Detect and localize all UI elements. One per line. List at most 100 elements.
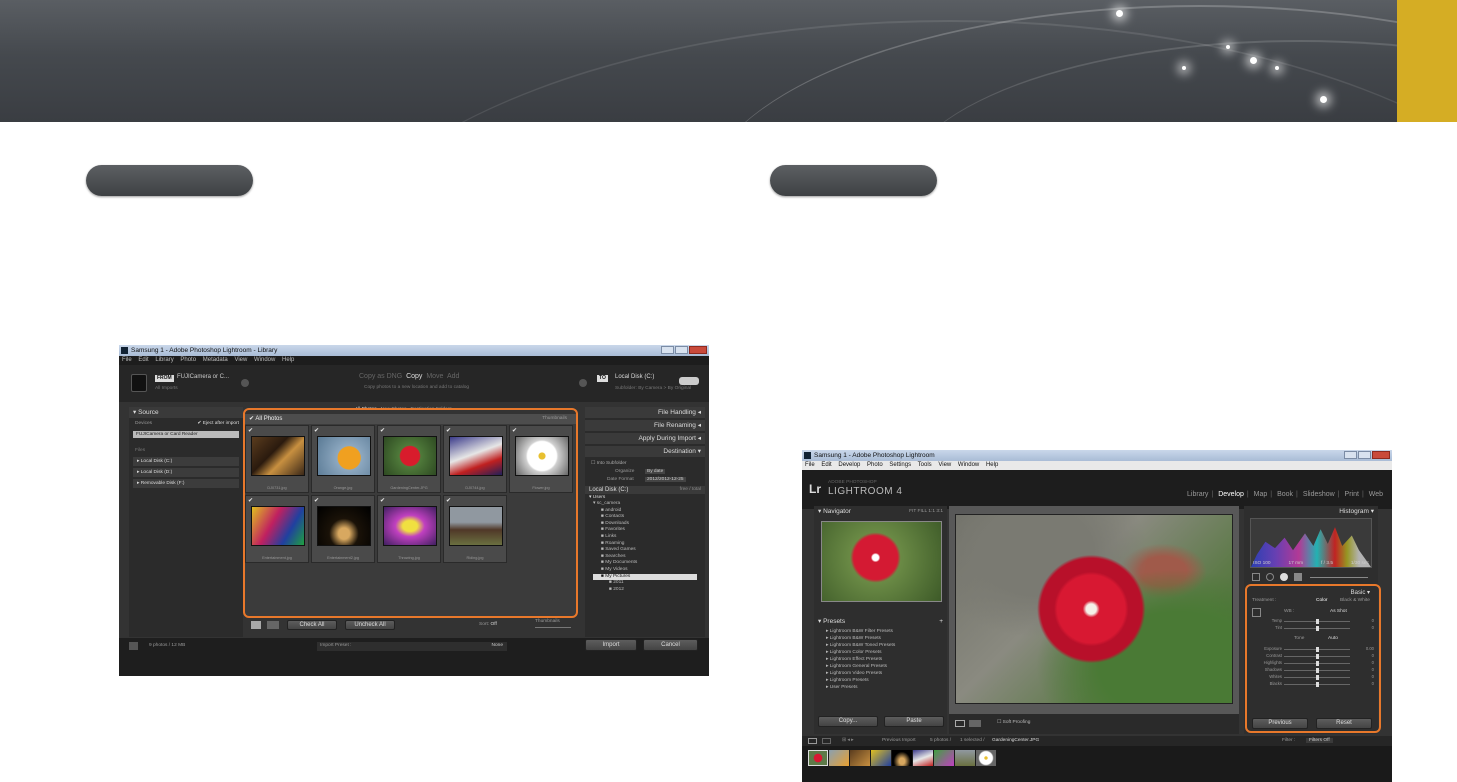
maximize-button[interactable]: [675, 346, 688, 354]
uncheck-all-button[interactable]: Uncheck All: [345, 620, 395, 630]
preset-folder[interactable]: ▸ Lightroom Presets: [814, 677, 947, 684]
module-slideshow[interactable]: Slideshow: [1303, 491, 1335, 498]
copy-settings-button[interactable]: Copy...: [818, 716, 878, 727]
grid-icon[interactable]: ⊞ ◂ ▸: [842, 738, 854, 743]
preset-folder[interactable]: ▸ Lightroom Color Presets: [814, 649, 947, 656]
menu-photo[interactable]: Photo: [867, 462, 883, 468]
preset-folder[interactable]: ▸ Lightroom B&W Presets: [814, 635, 947, 642]
film-thumbnail[interactable]: [850, 750, 870, 766]
mode-move[interactable]: Move: [426, 373, 443, 380]
mode-copy[interactable]: Copy: [406, 373, 422, 380]
film-source[interactable]: Previous Import: [882, 738, 916, 743]
mode-add[interactable]: Add: [447, 373, 459, 380]
minimize-button[interactable]: [661, 346, 674, 354]
soft-proofing-checkbox[interactable]: ☐ Soft Proofing: [997, 720, 1030, 725]
film-thumbnail[interactable]: [892, 750, 912, 766]
organize-select[interactable]: By date: [645, 469, 666, 474]
import-preset-bar[interactable]: Import Preset : None: [317, 642, 507, 651]
menu-library[interactable]: Library: [155, 357, 173, 363]
module-develop[interactable]: Develop: [1218, 491, 1244, 498]
menu-help[interactable]: Help: [986, 462, 998, 468]
loupe-view-icon[interactable]: [267, 621, 279, 629]
tree-item[interactable]: ■ 2012: [593, 587, 697, 594]
from-source[interactable]: FUJICamera or C...: [177, 374, 229, 380]
zoom-1-1[interactable]: 1:1: [928, 509, 935, 514]
section-destination[interactable]: Destination ▾: [585, 446, 705, 457]
source-header[interactable]: ▾ Source: [129, 407, 243, 418]
menu-window[interactable]: Window: [254, 357, 275, 363]
cancel-button[interactable]: Cancel: [643, 639, 698, 651]
module-print[interactable]: Print: [1345, 491, 1359, 498]
tree-users[interactable]: ▾ Users: [585, 494, 705, 501]
zoom-fill[interactable]: FILL: [918, 509, 927, 514]
menu-edit[interactable]: Edit: [821, 462, 831, 468]
graduated-filter-icon[interactable]: [1294, 573, 1302, 581]
preset-folder[interactable]: ▸ Lightroom General Presets: [814, 663, 947, 670]
preset-folder[interactable]: ▸ Lightroom B&W Toned Presets: [814, 642, 947, 649]
histogram-graph[interactable]: ISO 100 17 mm f / 3.5 1/30 sec: [1250, 518, 1372, 568]
main-photo[interactable]: [955, 514, 1233, 704]
film-thumbnail[interactable]: [955, 750, 975, 766]
menu-metadata[interactable]: Metadata: [203, 357, 228, 363]
close-button[interactable]: [1372, 451, 1390, 459]
section-file-handling[interactable]: File Handling ◂: [585, 407, 705, 418]
film-thumbnail[interactable]: [871, 750, 891, 766]
preset-folder[interactable]: ▸ User Presets: [814, 684, 947, 691]
module-map[interactable]: Map: [1254, 491, 1268, 498]
import-button[interactable]: Import: [585, 639, 637, 651]
preset-folder[interactable]: ▸ Lightroom Effect Presets: [814, 656, 947, 663]
menu-settings[interactable]: Settings: [889, 462, 911, 468]
menu-develop[interactable]: Develop: [838, 462, 860, 468]
module-web[interactable]: Web: [1369, 491, 1383, 498]
module-library[interactable]: Library: [1187, 491, 1208, 498]
brush-slider[interactable]: [1310, 577, 1368, 578]
close-button[interactable]: [689, 346, 707, 354]
mode-copy-dng[interactable]: Copy as DNG: [359, 373, 402, 380]
device-item[interactable]: FUJICamera or Card Reader: [133, 431, 239, 438]
into-subfolder-checkbox[interactable]: ☐ Into Subfolder: [585, 459, 705, 468]
menu-edit[interactable]: Edit: [138, 357, 148, 363]
minimize-button[interactable]: [1344, 451, 1357, 459]
menu-window[interactable]: Window: [958, 462, 979, 468]
tree-item[interactable]: ▾ sc_camera: [593, 501, 697, 508]
menu-view[interactable]: View: [938, 462, 951, 468]
histogram-header[interactable]: Histogram ▾: [1244, 506, 1378, 517]
navigator-preview[interactable]: [821, 521, 942, 602]
disk-item[interactable]: ▸ Removable Disk (F:): [133, 479, 239, 488]
zoom-3-1[interactable]: 3:1: [936, 509, 943, 514]
module-book[interactable]: Book: [1277, 491, 1293, 498]
disk-item[interactable]: ▸ Local Disk (D:): [133, 468, 239, 477]
tree-item[interactable]: ■ My Videos: [593, 567, 697, 574]
film-thumbnail[interactable]: [913, 750, 933, 766]
menu-file[interactable]: File: [122, 357, 132, 363]
second-window-icon[interactable]: [822, 738, 831, 744]
filter-select[interactable]: Filters Off: [1306, 738, 1333, 743]
preset-folder[interactable]: ▸ Lightroom Video Presets: [814, 670, 947, 677]
preset-folder[interactable]: ▸ Lightroom B&W Filter Presets: [814, 628, 947, 635]
disk-item[interactable]: ▸ Local Disk (C:): [133, 457, 239, 466]
expand-icon[interactable]: [129, 642, 138, 650]
sort-control[interactable]: Sort: Off: [479, 622, 497, 627]
section-apply-during-import[interactable]: Apply During Import ◂: [585, 433, 705, 444]
film-thumbnail[interactable]: [829, 750, 849, 766]
navigator-header[interactable]: ▾ Navigator FIT FILL 1:1 3:1: [814, 506, 947, 517]
loupe-view-icon[interactable]: [955, 720, 965, 727]
back-arrow-icon[interactable]: [241, 379, 249, 387]
menu-photo[interactable]: Photo: [180, 357, 196, 363]
menu-tools[interactable]: Tools: [918, 462, 932, 468]
menu-file[interactable]: File: [805, 462, 815, 468]
spot-removal-icon[interactable]: [1266, 573, 1274, 581]
before-after-icon[interactable]: [969, 720, 981, 727]
tree-item[interactable]: ■ My Documents: [593, 560, 697, 567]
date-format-select[interactable]: 2012/2012-12-25: [645, 477, 686, 482]
presets-header[interactable]: ▾ Presets +: [814, 616, 947, 627]
maximize-button[interactable]: [1358, 451, 1371, 459]
check-all-button[interactable]: Check All: [287, 620, 337, 630]
paste-settings-button[interactable]: Paste: [884, 716, 944, 727]
crop-tool-icon[interactable]: [1252, 573, 1260, 581]
forward-arrow-icon[interactable]: [579, 379, 587, 387]
film-thumbnail[interactable]: [934, 750, 954, 766]
tree-item[interactable]: ■ Saved Games: [593, 547, 697, 554]
red-eye-icon[interactable]: [1280, 573, 1288, 581]
tree-item[interactable]: ■ 2011: [593, 580, 697, 587]
